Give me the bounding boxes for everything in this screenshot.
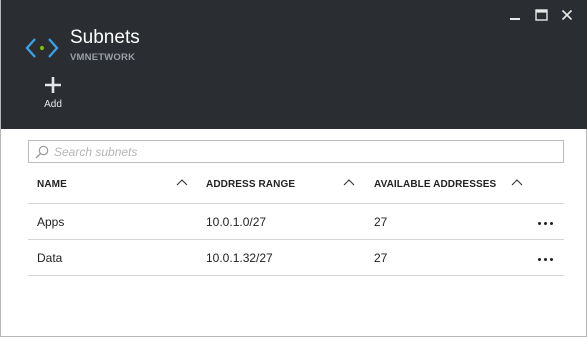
subnet-address-range: 10.0.1.32/27 xyxy=(206,250,273,265)
search-input[interactable] xyxy=(54,144,534,159)
minimize-button[interactable] xyxy=(502,6,528,24)
subnet-available-addresses: 27 xyxy=(374,250,388,265)
column-header-available-addresses[interactable]: AVAILABLE ADDRESSES xyxy=(374,165,496,203)
blade-subtitle: VMNETWORK xyxy=(70,52,136,63)
sort-icon[interactable] xyxy=(343,178,355,186)
maximize-button[interactable] xyxy=(528,6,554,24)
search-box[interactable] xyxy=(28,140,564,163)
maximize-icon xyxy=(534,9,548,21)
table-row[interactable]: Apps 10.0.1.0/27 27 xyxy=(28,204,564,240)
close-icon xyxy=(561,9,573,21)
subnet-name: Apps xyxy=(37,214,65,229)
column-header-name[interactable]: NAME xyxy=(37,165,67,203)
subnet-address-range: 10.0.1.0/27 xyxy=(206,214,267,229)
virtual-network-icon xyxy=(25,38,59,58)
search-icon xyxy=(35,145,49,158)
title-block: Subnets VMNETWORK xyxy=(25,27,140,65)
close-button[interactable] xyxy=(554,6,580,24)
subnets-table: NAME ADDRESS RANGE AVAILABLE ADDRESSES A… xyxy=(28,165,564,276)
window-controls xyxy=(502,6,580,24)
column-header-address-range[interactable]: ADDRESS RANGE xyxy=(206,165,295,203)
more-icon[interactable] xyxy=(538,254,554,264)
subnet-available-addresses: 27 xyxy=(374,214,388,229)
sort-icon[interactable] xyxy=(176,178,188,186)
title-group: Subnets VMNETWORK xyxy=(70,27,140,63)
more-icon[interactable] xyxy=(538,218,554,228)
minimize-icon xyxy=(510,18,520,20)
add-button[interactable]: Add xyxy=(37,76,69,110)
subnet-name: Data xyxy=(37,250,63,265)
blade-title: Subnets xyxy=(70,27,140,48)
add-label: Add xyxy=(44,99,62,110)
table-row[interactable]: Data 10.0.1.32/27 27 xyxy=(28,240,564,276)
sort-icon[interactable] xyxy=(511,178,523,186)
table-header-row: NAME ADDRESS RANGE AVAILABLE ADDRESSES xyxy=(28,165,564,204)
subnets-blade: Subnets VMNETWORK Add NAME ADDRESS RANGE… xyxy=(0,0,587,337)
blade-header: Subnets VMNETWORK Add xyxy=(1,0,587,129)
add-icon xyxy=(45,77,61,93)
